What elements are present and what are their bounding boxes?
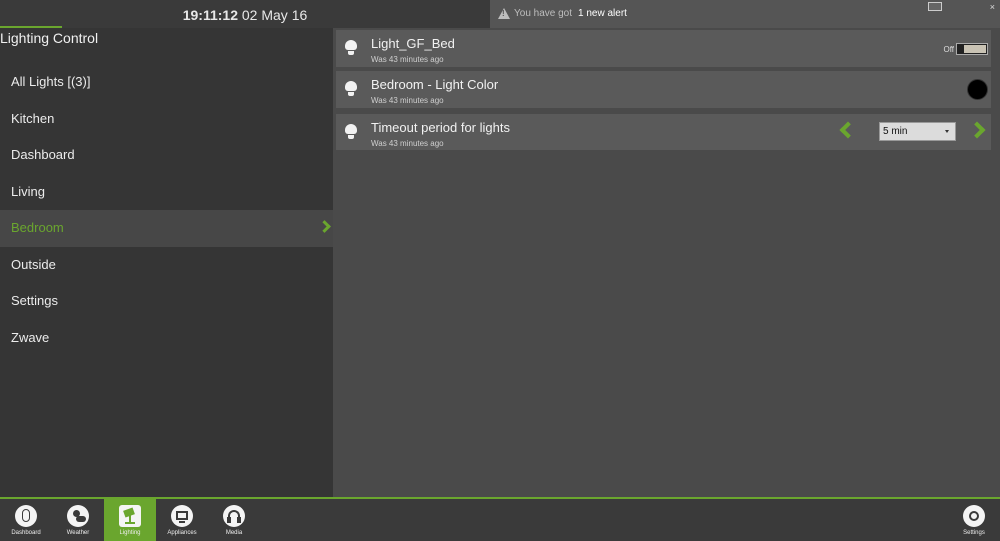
device-updated: Was 43 minutes ago bbox=[371, 96, 444, 105]
tab-label: Lighting bbox=[119, 530, 141, 536]
timeout-select[interactable]: 5 min bbox=[879, 122, 956, 141]
chevron-right-icon[interactable] bbox=[968, 121, 986, 139]
sidebar-item-kitchen[interactable]: Kitchen bbox=[0, 101, 333, 138]
sidebar-item-label: All Lights [(3)] bbox=[11, 74, 91, 89]
mouse-icon bbox=[15, 505, 37, 527]
chevron-down-icon bbox=[945, 130, 949, 133]
device-updated: Was 43 minutes ago bbox=[371, 55, 444, 64]
sidebar-item-all-lights[interactable]: All Lights [(3)] bbox=[0, 64, 333, 101]
sidebar-item-bedroom[interactable]: Bedroom bbox=[0, 210, 333, 247]
chevron-left-icon[interactable] bbox=[839, 121, 857, 139]
alert-count: 1 new alert bbox=[578, 8, 627, 19]
tv-icon bbox=[171, 505, 193, 527]
headphones-icon bbox=[223, 505, 245, 527]
sidebar-item-label: Dashboard bbox=[11, 147, 75, 162]
gear-icon bbox=[963, 505, 985, 527]
device-name: Light_GF_Bed bbox=[371, 36, 455, 51]
device-list: Light_GF_Bed Was 43 minutes ago Off Bedr… bbox=[333, 28, 1000, 498]
tab-media[interactable]: Media bbox=[208, 499, 260, 541]
bulb-icon bbox=[344, 40, 358, 56]
tab-label: Settings bbox=[963, 530, 985, 536]
alert-bar[interactable]: You have got 1 new alert × bbox=[490, 0, 1000, 28]
sidebar-item-living[interactable]: Living bbox=[0, 174, 333, 211]
device-name: Timeout period for lights bbox=[371, 120, 510, 135]
sidebar-item-label: Bedroom bbox=[11, 220, 64, 235]
sidebar-item-outside[interactable]: Outside bbox=[0, 247, 333, 284]
device-row-timeout-period: Timeout period for lights Was 43 minutes… bbox=[336, 114, 991, 150]
tab-label: Appliances bbox=[167, 530, 197, 536]
mail-icon[interactable] bbox=[928, 2, 942, 11]
section-title: Lighting Control bbox=[0, 30, 99, 46]
device-row-bedroom-light-color: Bedroom - Light Color Was 43 minutes ago bbox=[336, 71, 991, 108]
bulb-icon bbox=[344, 81, 358, 97]
device-updated: Was 43 minutes ago bbox=[371, 139, 444, 148]
warning-icon bbox=[498, 8, 510, 19]
timeout-select-value: 5 min bbox=[883, 126, 908, 137]
tab-label: Media bbox=[225, 530, 243, 536]
toggle-state-label: Off bbox=[943, 45, 954, 54]
sun-cloud-icon bbox=[67, 505, 89, 527]
device-name: Bedroom - Light Color bbox=[371, 77, 499, 92]
sidebar-item-label: Outside bbox=[11, 256, 56, 272]
bottom-nav: Dashboard Weather Lighting Appliances Me… bbox=[0, 497, 1000, 541]
alert-prefix: You have got bbox=[514, 8, 573, 19]
tab-label: Weather bbox=[66, 530, 90, 536]
bulb-icon bbox=[344, 124, 358, 140]
tab-appliances[interactable]: Appliances bbox=[156, 499, 208, 541]
sidebar-item-label: Living bbox=[11, 183, 45, 199]
chevron-right-icon bbox=[318, 220, 331, 233]
sidebar-item-dashboard[interactable]: Dashboard bbox=[0, 137, 333, 174]
color-picker-swatch[interactable] bbox=[967, 79, 988, 100]
app-window: 19:11:12 02 May 16 You have got 1 new ale… bbox=[0, 0, 1000, 541]
sidebar-item-zwave[interactable]: Zwave bbox=[0, 320, 333, 357]
close-icon[interactable]: × bbox=[990, 3, 995, 12]
clock-date: 02 May 16 bbox=[241, 7, 308, 23]
clock: 19:11:12 02 May 16 bbox=[0, 0, 490, 28]
tab-lighting[interactable]: Lighting bbox=[104, 499, 156, 541]
clock-time: 19:11:12 bbox=[182, 7, 238, 23]
sidebar-item-label: Kitchen bbox=[11, 110, 55, 126]
light-toggle[interactable] bbox=[956, 43, 988, 55]
sidebar-item-label: Zwave bbox=[11, 329, 50, 345]
sidebar-nav: All Lights [(3)] Kitchen Dashboard Livin… bbox=[0, 64, 333, 356]
lamp-icon bbox=[119, 505, 141, 527]
sidebar-item-label: Settings bbox=[11, 293, 58, 308]
sidebar-item-settings[interactable]: Settings bbox=[0, 283, 333, 320]
top-bar: 19:11:12 02 May 16 You have got 1 new ale… bbox=[0, 0, 1000, 28]
sidebar: Lighting Control All Lights [(3)] Kitche… bbox=[0, 28, 333, 498]
tab-dashboard[interactable]: Dashboard bbox=[0, 499, 52, 541]
tab-weather[interactable]: Weather bbox=[52, 499, 104, 541]
device-row-light-gf-bed: Light_GF_Bed Was 43 minutes ago Off bbox=[336, 30, 991, 67]
tab-label: Dashboard bbox=[11, 530, 41, 536]
tab-settings[interactable]: Settings bbox=[948, 499, 1000, 541]
